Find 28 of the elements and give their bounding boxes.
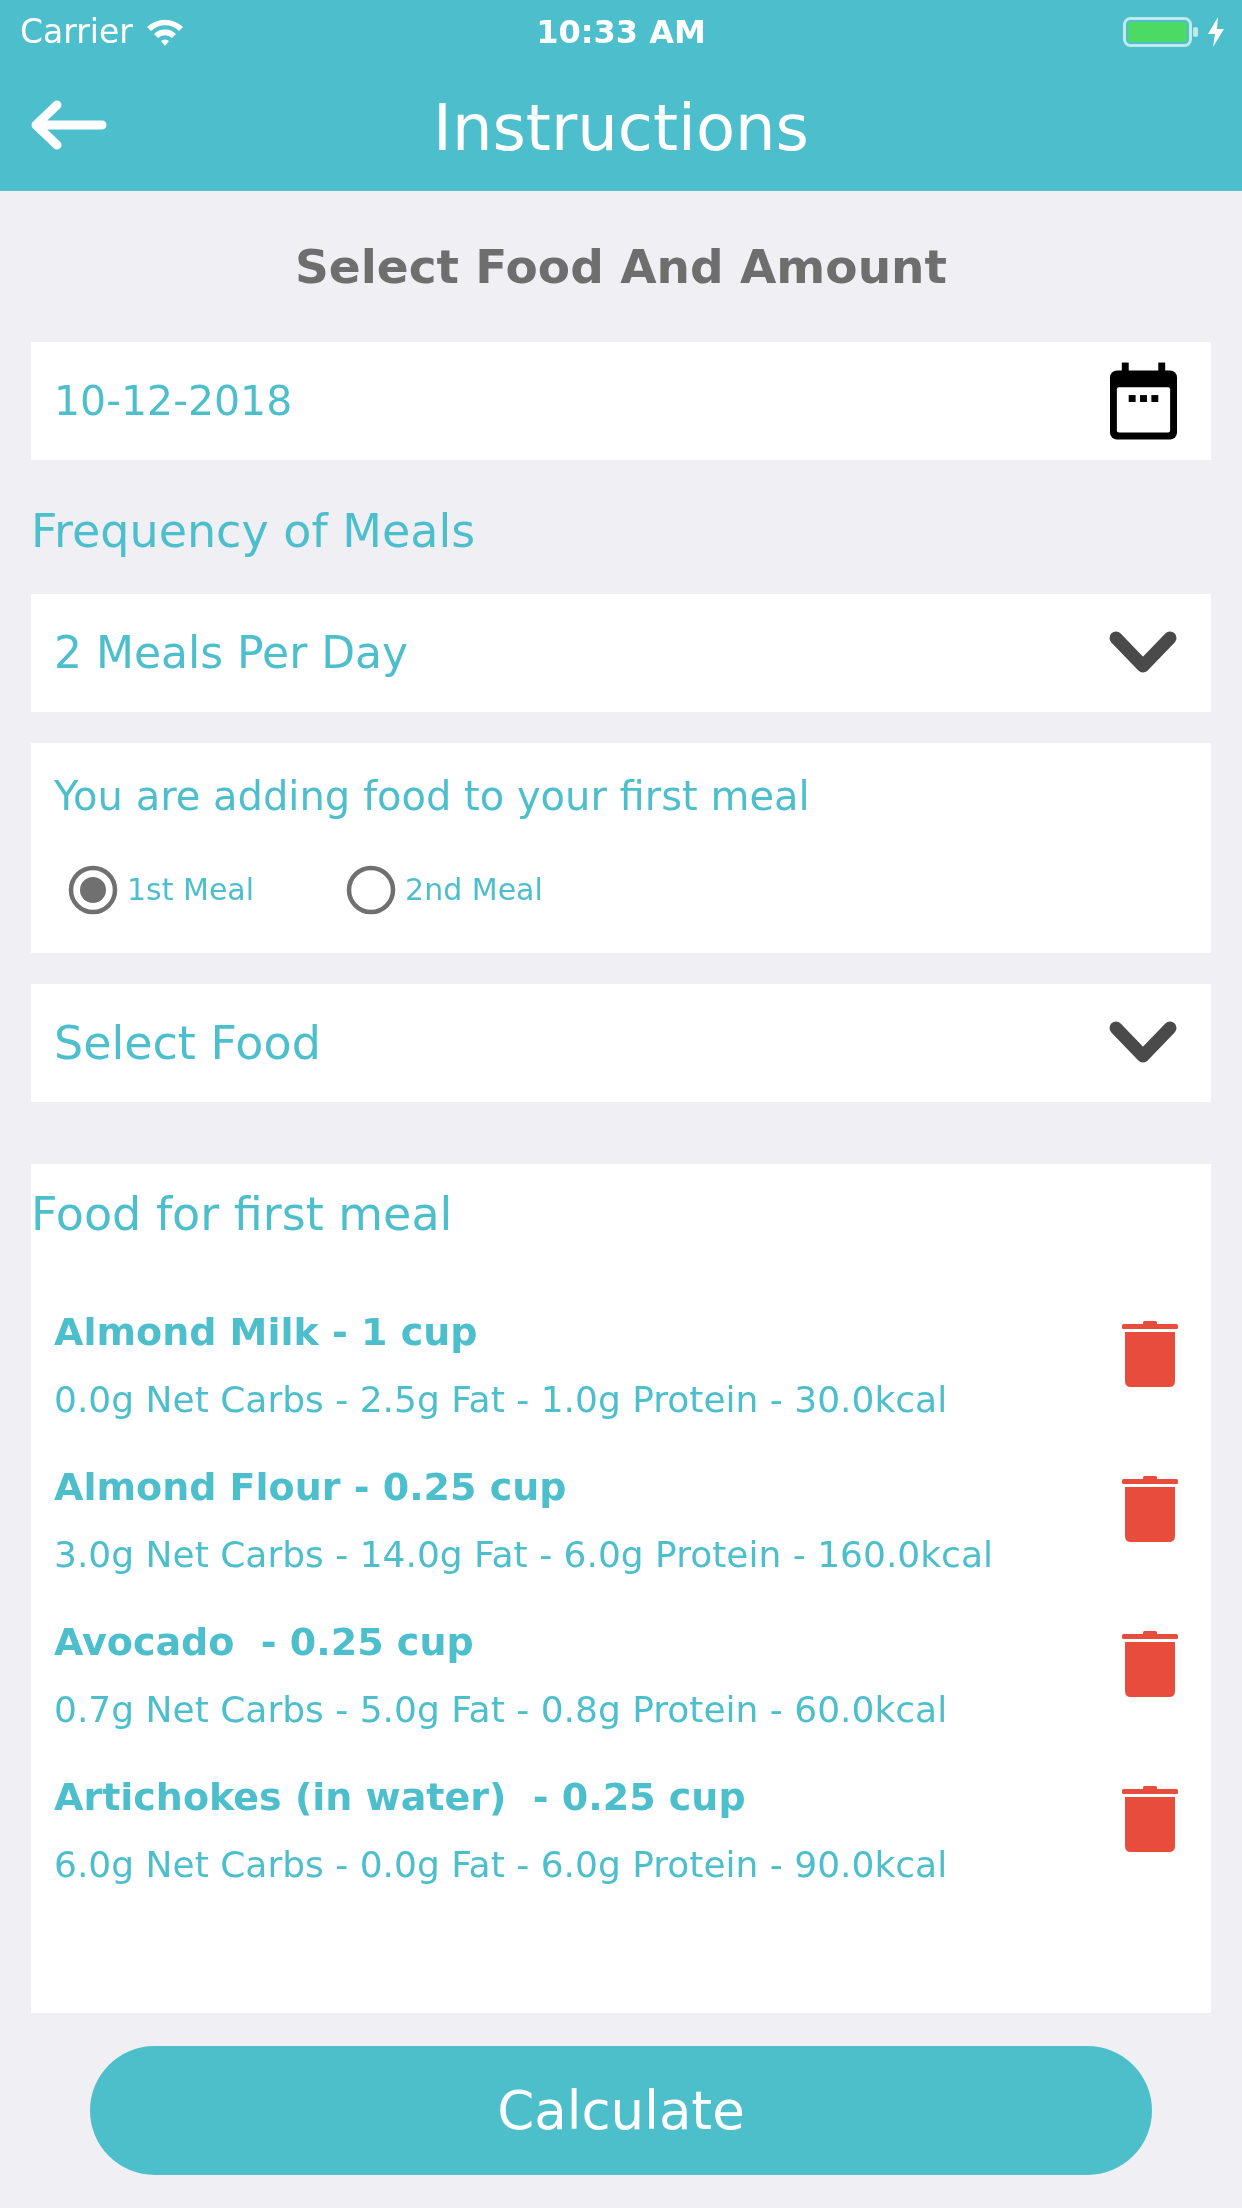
nutrition-info: 3.0g Net Carbs - 14.0g Fat - 6.0g Protein - 160.0kcal — [54, 1533, 993, 1577]
calculate-button[interactable]: Calculate — [90, 2046, 1152, 2175]
trash-icon[interactable] — [1122, 1786, 1178, 1852]
food-name: Almond Flour - 0.25 cup — [54, 1464, 567, 1511]
food-name: Avocado - 0.25 cup — [54, 1619, 474, 1666]
nutrition-info: 0.0g Net Carbs - 2.5g Fat - 1.0g Protein - 30.0kcal — [54, 1378, 948, 1422]
charging-icon — [1207, 17, 1225, 47]
trash-icon[interactable] — [1122, 1321, 1178, 1387]
food-name: Artichokes (in water) - 0.25 cup — [54, 1774, 746, 1821]
trash-icon[interactable] — [1122, 1631, 1178, 1697]
nutrition-info: 0.7g Net Carbs - 5.0g Fat - 0.8g Protein - 60.0kcal — [54, 1688, 948, 1732]
section-title: Select Food And Amount — [294, 237, 948, 296]
nutrition-info: 6.0g Net Carbs - 0.0g Fat - 6.0g Protein - 90.0kcal — [54, 1843, 948, 1887]
status-time: 10:33 AM — [536, 12, 706, 52]
carrier-label: Carrier — [20, 12, 133, 52]
food-dropdown[interactable]: Select Food — [31, 984, 1211, 1102]
frequency-label: Frequency of Meals — [31, 503, 476, 559]
screen-title: Instructions — [433, 89, 809, 167]
meal-radio-option[interactable]: 2nd Meal — [346, 860, 543, 920]
calendar-icon — [1109, 362, 1178, 440]
food-name: Almond Milk - 1 cup — [54, 1309, 478, 1356]
meal-message: You are adding food to your first meal — [54, 772, 810, 821]
meal-radio-option[interactable]: 1st Meal — [68, 860, 255, 920]
food-list-title: Food for first meal — [31, 1186, 453, 1243]
trash-icon[interactable] — [1122, 1476, 1178, 1542]
battery-icon — [1123, 17, 1199, 47]
meal-frequency-dropdown[interactable]: 2 Meals Per Day — [31, 594, 1211, 712]
date-field[interactable]: 10-12-2018 — [31, 342, 1211, 460]
